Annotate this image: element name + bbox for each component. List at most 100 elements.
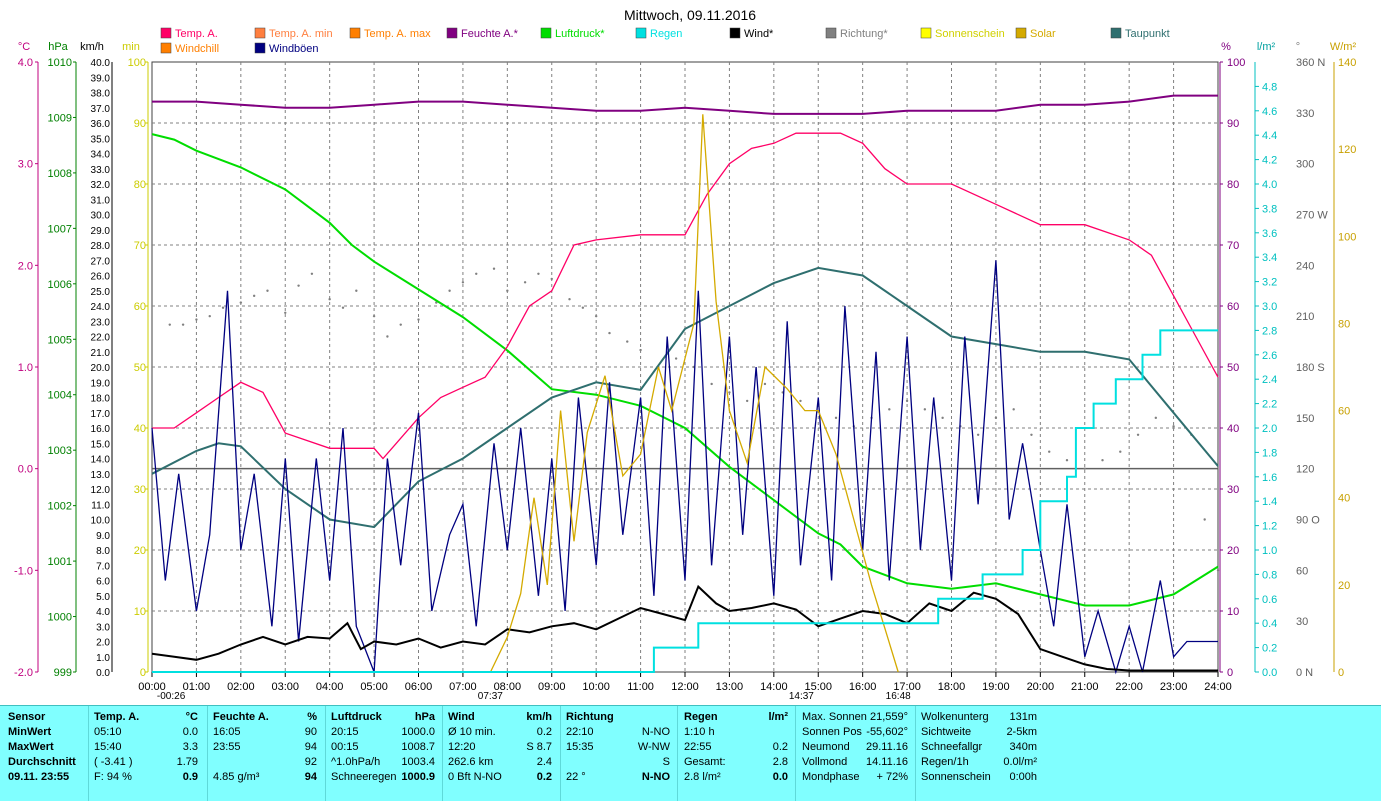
axis-tick-pressure: 1009 [48, 112, 72, 124]
axis-tick-minutes: 20 [134, 545, 146, 557]
axis-tick-wind: 25.0 [91, 287, 111, 298]
axis-tick-wind: 17.0 [91, 409, 111, 420]
sonne-max-label: Max. Sonnen [802, 711, 867, 723]
axis-tick-minutes: 60 [134, 301, 146, 313]
axis-tick-rain: 2.6 [1262, 350, 1277, 362]
regen1h-val: 0.0l/m² [1003, 756, 1037, 768]
legend-label: Windchill [175, 43, 219, 55]
x-tick-label: 02:00 [227, 681, 255, 693]
axis-tick-pressure: 999 [54, 667, 72, 679]
direction-dot [626, 340, 629, 343]
axis-tick-solar: 100 [1338, 231, 1356, 243]
axis-tick-percent: 80 [1227, 179, 1239, 191]
event-label: 14:37 [789, 691, 814, 702]
feuchte-min-val: 90 [304, 726, 317, 738]
direction-dot [1172, 425, 1175, 428]
direction-dot [581, 306, 585, 309]
summary-feuchte: Feuchte A.% 16:05 90 23:55 94 92 4.85 g/m³… [213, 710, 317, 796]
legend-label: Regen [650, 28, 682, 40]
axis-tick-wind: 30.0 [91, 211, 111, 222]
axis-tick-percent: 50 [1227, 362, 1239, 374]
sensor-max: MaxWert [8, 741, 54, 753]
direction-dot [568, 298, 571, 301]
x-tick-label: 22:00 [1115, 681, 1143, 693]
direction-dot [1216, 569, 1220, 572]
wolken-val: 131m [1009, 711, 1037, 723]
axis-tick-pressure: 1000 [48, 612, 72, 624]
direction-dot [239, 301, 243, 304]
summary-temp: Temp. A. °C 05:10 0.0 15:40 3.3 ( -3.41 ) 1.… [94, 710, 198, 796]
axis-unit-solar: W/m² [1330, 41, 1357, 53]
direction-dot [941, 416, 944, 420]
axis-tick-wind: 4.0 [96, 607, 110, 618]
mondphase-label: Mondphase [802, 771, 860, 783]
axis-tick-wind: 26.0 [91, 272, 111, 283]
direction-dot [710, 382, 713, 386]
temp-avg-note: ( -3.41 ) [94, 756, 133, 768]
x-tick-label: 19:00 [982, 681, 1010, 693]
druck-min-time: 20:15 [331, 726, 359, 738]
x-tick-label: 23:00 [1160, 681, 1188, 693]
direction-dot [834, 416, 838, 420]
feuchte-cur-note: 4.85 g/m³ [213, 771, 260, 783]
x-tick-label: 20:00 [1027, 681, 1055, 693]
axis-tick-percent: 60 [1227, 301, 1239, 313]
axis-tick-wind: 39.0 [91, 73, 111, 84]
druck-max-val: 1008.7 [401, 741, 435, 753]
event-label: 07:37 [478, 691, 503, 702]
legend-label: Temp. A. max [364, 28, 431, 40]
sensor-current: 09.11. 23:55 [8, 771, 70, 783]
axis-tick-pressure: 1006 [48, 279, 72, 291]
direction-dot [1101, 458, 1104, 462]
axis-tick-temp: -1.0 [14, 565, 33, 577]
axis-unit-minutes: min [122, 41, 140, 53]
feuchte-min-time: 16:05 [213, 726, 241, 738]
axis-tick-direction: 240 [1296, 260, 1314, 272]
summary-druck: Luftdruck hPa 20:15 1000.0 00:15 1008.7 ^1.… [331, 710, 435, 796]
axis-tick-direction: 300 [1296, 159, 1314, 171]
sensor-min: MinWert [8, 726, 52, 738]
summary-wolken: Wolkenunterg 131m Sichtweite 2-5km Schneef… [921, 710, 1037, 796]
axis-tick-pressure: 1005 [48, 334, 72, 346]
axis-tick-wind: 37.0 [91, 104, 111, 115]
axis-tick-temp: 3.0 [18, 159, 33, 171]
direction-dot [674, 357, 678, 360]
legend-label: Sonnenschein [935, 28, 1005, 40]
direction-dot [1154, 416, 1158, 420]
richtung-avg-val: S [662, 756, 670, 768]
axis-tick-rain: 0.8 [1262, 569, 1277, 581]
axis-tick-solar: 0 [1338, 667, 1344, 679]
druck-header: Luftdruck [331, 711, 382, 723]
legend-swatch [349, 27, 361, 39]
legend-label: Taupunkt [1125, 28, 1170, 40]
axis-tick-rain: 4.4 [1262, 130, 1277, 142]
axis-tick-minutes: 0 [140, 667, 146, 679]
summary-sensor: Sensor MinWert MaxWert Durchschnitt 09.1… [8, 710, 86, 796]
axis-tick-minutes: 10 [134, 606, 146, 618]
temp-avg-val: 1.79 [176, 756, 198, 768]
axis-tick-wind: 8.0 [96, 546, 110, 557]
legend-swatch [825, 27, 837, 39]
axis-tick-rain: 1.4 [1262, 496, 1277, 508]
axis-tick-wind: 7.0 [96, 561, 110, 572]
axis-tick-wind: 11.0 [91, 500, 110, 511]
regen1h-label: Regen/1h [921, 756, 969, 768]
temp-max-time: 15:40 [94, 741, 122, 753]
regen-cur-note: 2.8 l/m² [684, 771, 721, 783]
axis-tick-direction: 0 N [1296, 667, 1313, 679]
druck-trend: ^1.0hPa/h [331, 756, 381, 768]
axis-tick-direction: 150 [1296, 413, 1314, 425]
summary-panel: Sensor MinWert MaxWert Durchschnitt 09.1… [0, 705, 1381, 801]
axis-tick-direction: 330 [1296, 108, 1314, 120]
regen-max-val: 0.2 [772, 741, 788, 753]
direction-dot [639, 348, 642, 352]
wind-max-time: 12:20 [448, 741, 476, 753]
wind-distance: 262.6 km [448, 756, 494, 768]
axis-tick-wind: 19.0 [91, 378, 111, 389]
axis-tick-wind: 3.0 [96, 622, 110, 633]
direction-dot [1119, 450, 1122, 453]
wind-cur-val: 0.2 [536, 771, 552, 783]
regen-total-val: 2.8 [772, 756, 788, 768]
sonnenschein-label: Sonnenschein [921, 771, 991, 783]
direction-dot [550, 277, 553, 281]
